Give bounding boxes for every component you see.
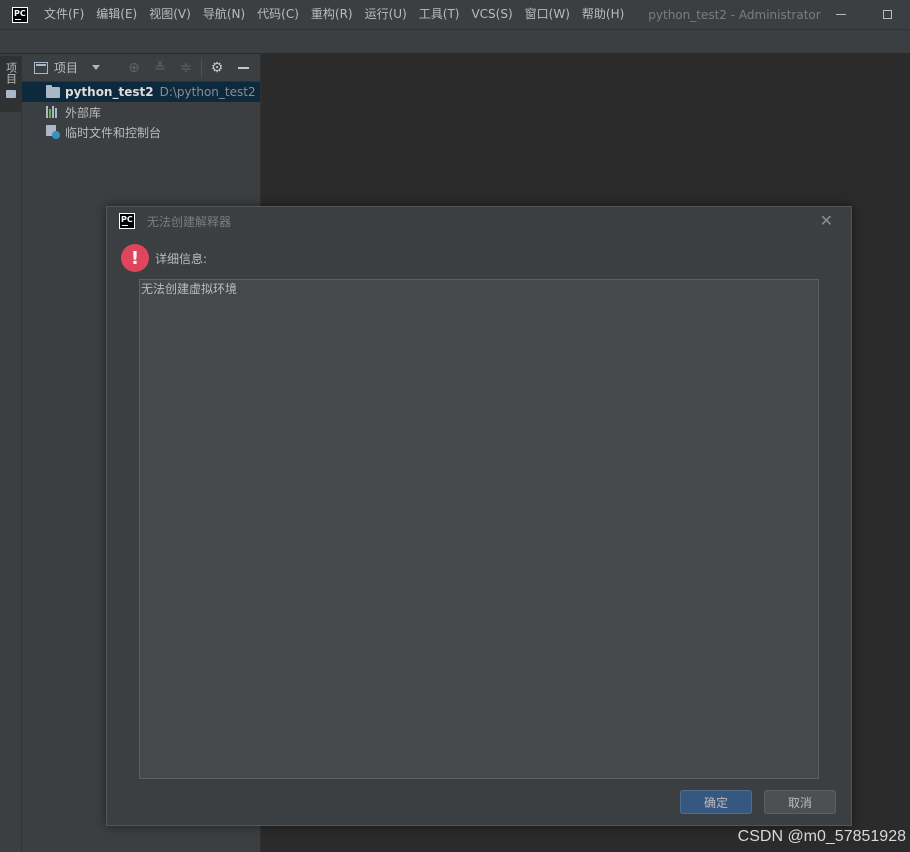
error-dialog: PC 无法创建解释器 ✕ ! 详细信息: 无法创建虚拟环境 确定 取消 bbox=[106, 206, 852, 826]
window-controls bbox=[818, 0, 910, 29]
pycharm-logo-icon: PC bbox=[12, 6, 28, 23]
close-icon[interactable]: ✕ bbox=[820, 212, 833, 230]
menu-help[interactable]: 帮助(H) bbox=[576, 0, 630, 29]
library-icon bbox=[46, 106, 60, 118]
menu-navigate[interactable]: 导航(N) bbox=[197, 0, 251, 29]
gear-icon[interactable]: ⚙ bbox=[204, 57, 230, 79]
navigation-toolbar bbox=[0, 29, 910, 54]
dialog-titlebar[interactable]: PC 无法创建解释器 ✕ bbox=[107, 207, 851, 235]
project-panel-title[interactable]: 项目 bbox=[54, 59, 78, 76]
menu-bar: PC 文件(F) 编辑(E) 视图(V) 导航(N) 代码(C) 重构(R) 运… bbox=[0, 0, 910, 29]
minimize-icon bbox=[237, 66, 249, 69]
chevron-down-icon[interactable] bbox=[92, 65, 101, 70]
project-tree: python_test2 D:\python_test2 外部库 临时文件和控制… bbox=[22, 82, 260, 142]
project-root-path: D:\python_test2 bbox=[159, 85, 256, 99]
menu-window[interactable]: 窗口(W) bbox=[519, 0, 576, 29]
detail-text-area[interactable]: 无法创建虚拟环境 bbox=[139, 279, 819, 779]
project-panel-header: 项目 ⊕ ≚ ≑ ⚙ bbox=[22, 54, 260, 82]
project-root-name: python_test2 bbox=[65, 85, 154, 99]
ok-button[interactable]: 确定 bbox=[680, 790, 752, 814]
menu-edit[interactable]: 编辑(E) bbox=[90, 0, 143, 29]
detail-text: 无法创建虚拟环境 bbox=[141, 282, 238, 296]
pycharm-logo-icon: PC bbox=[119, 213, 135, 229]
folder-icon bbox=[5, 90, 16, 98]
tree-item-external-libraries[interactable]: 外部库 bbox=[22, 102, 260, 122]
minimize-icon bbox=[836, 14, 846, 15]
project-view-icon bbox=[34, 61, 48, 74]
dialog-title: 无法创建解释器 bbox=[147, 214, 232, 229]
project-tool-label: 项目 bbox=[4, 62, 18, 84]
hide-panel-button[interactable] bbox=[230, 57, 256, 79]
cancel-button[interactable]: 取消 bbox=[764, 790, 836, 814]
menu-code[interactable]: 代码(C) bbox=[251, 0, 305, 29]
scratches-label: 临时文件和控制台 bbox=[65, 125, 162, 140]
expand-all-icon[interactable]: ≚ bbox=[147, 57, 173, 79]
error-icon: ! bbox=[121, 244, 149, 272]
tree-item-scratches[interactable]: 临时文件和控制台 bbox=[22, 122, 260, 142]
maximize-button[interactable] bbox=[864, 0, 910, 29]
watermark: CSDN @m0_57851928 bbox=[737, 828, 906, 845]
menu-refactor[interactable]: 重构(R) bbox=[305, 0, 359, 29]
maximize-icon bbox=[882, 10, 892, 19]
menu-view[interactable]: 视图(V) bbox=[143, 0, 197, 29]
menu-tools[interactable]: 工具(T) bbox=[413, 0, 466, 29]
collapse-all-icon[interactable]: ≑ bbox=[173, 57, 199, 79]
toolbar-divider bbox=[201, 58, 202, 77]
left-tool-stripe: 项目 bbox=[0, 54, 22, 852]
tree-item-project-root[interactable]: python_test2 D:\python_test2 bbox=[22, 82, 260, 102]
window-title: python_test2 - Administrator bbox=[648, 7, 821, 22]
scratch-clock-icon bbox=[46, 125, 60, 139]
menu-vcs[interactable]: VCS(S) bbox=[465, 0, 518, 29]
project-tool-button[interactable]: 项目 bbox=[0, 56, 21, 112]
detail-label: 详细信息: bbox=[155, 252, 208, 266]
project-panel-tools: ⊕ ≚ ≑ ⚙ bbox=[121, 57, 256, 79]
menu-file[interactable]: 文件(F) bbox=[38, 0, 90, 29]
minimize-button[interactable] bbox=[818, 0, 864, 29]
external-libraries-label: 外部库 bbox=[65, 105, 102, 120]
locate-icon[interactable]: ⊕ bbox=[121, 57, 147, 79]
folder-icon bbox=[46, 84, 60, 98]
menu-run[interactable]: 运行(U) bbox=[359, 0, 413, 29]
